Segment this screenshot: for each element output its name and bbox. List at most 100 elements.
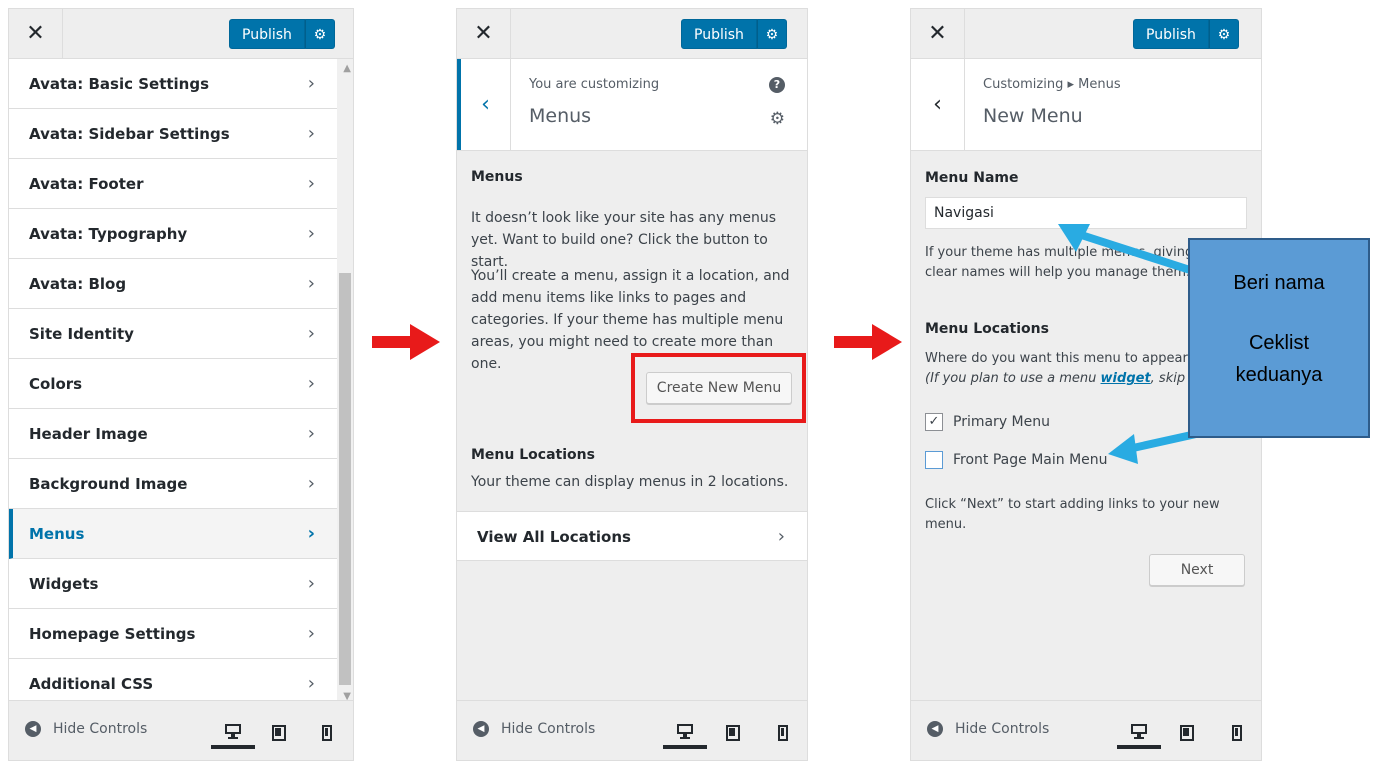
front-page-menu-checkbox-row[interactable]: Front Page Main Menu (925, 451, 1108, 469)
collapse-icon: ◀ (927, 721, 943, 737)
highlight-box (631, 353, 806, 423)
panel-header: ✕ Publish ⚙ (911, 9, 1261, 59)
sidebar-item-label: Background Image (29, 475, 188, 493)
sidebar-item-basic-settings[interactable]: Avata: Basic Settings › (9, 59, 337, 109)
publish-group: Publish ⚙ (1133, 19, 1239, 49)
front-page-menu-checkbox[interactable] (925, 451, 943, 469)
chevron-right-icon: › (307, 423, 315, 444)
mobile-icon[interactable] (761, 717, 805, 749)
tablet-icon[interactable] (711, 717, 755, 749)
sidebar-item-label: Site Identity (29, 325, 134, 343)
chevron-right-icon: › (307, 173, 315, 194)
primary-menu-checkbox-row[interactable]: ✓ Primary Menu (925, 413, 1050, 431)
hide-controls-label: Hide Controls (955, 721, 1050, 737)
chevron-right-icon: › (307, 373, 315, 394)
red-arrow-icon (834, 324, 902, 360)
mobile-icon[interactable] (305, 717, 349, 749)
sidebar-item-colors[interactable]: Colors › (9, 359, 337, 409)
sidebar-item-widgets[interactable]: Widgets › (9, 559, 337, 609)
publish-button[interactable]: Publish (681, 19, 757, 49)
desktop-icon[interactable] (211, 717, 255, 749)
panel-header: ✕ Publish ⚙ (9, 9, 353, 59)
panel-header: ✕ Publish ⚙ (457, 9, 807, 59)
menu-locations-heading: Menu Locations (471, 447, 595, 463)
scrollbar[interactable]: ▲ ▼ (337, 59, 353, 702)
back-chevron-icon[interactable]: ‹ (911, 59, 965, 150)
page-title: Menus (529, 105, 592, 127)
annotation-line-3: keduanya (1235, 364, 1323, 386)
chevron-right-icon: › (307, 473, 315, 494)
publish-group: Publish ⚙ (229, 19, 335, 49)
chevron-right-icon: › (307, 123, 315, 144)
sidebar-item-label: Homepage Settings (29, 625, 196, 643)
publish-button[interactable]: Publish (229, 19, 305, 49)
hide-controls-button[interactable]: ◀ Hide Controls (927, 721, 1049, 737)
primary-menu-checkbox[interactable]: ✓ (925, 413, 943, 431)
chevron-right-icon: › (777, 526, 785, 547)
sidebar-item-typography[interactable]: Avata: Typography › (9, 209, 337, 259)
view-all-locations-item[interactable]: View All Locations › (457, 511, 807, 561)
blue-arrow-icon (1058, 224, 1192, 274)
section-list: Avata: Basic Settings › Avata: Sidebar Se… (9, 59, 353, 709)
tablet-icon[interactable] (1165, 717, 1209, 749)
hide-controls-label: Hide Controls (53, 721, 148, 737)
front-page-menu-label: Front Page Main Menu (953, 452, 1108, 468)
chevron-right-icon: › (307, 573, 315, 594)
annotation-box: Beri nama Ceklist keduanya (1188, 238, 1370, 438)
section-header: ‹ You are customizing Menus ? ⚙ (457, 59, 807, 151)
page-title: New Menu (983, 105, 1083, 127)
scroll-up-icon[interactable]: ▲ (343, 63, 351, 74)
sidebar-item-sidebar-settings[interactable]: Avata: Sidebar Settings › (9, 109, 337, 159)
chevron-right-icon: › (307, 223, 315, 244)
sidebar-item-label: Avata: Basic Settings (29, 75, 210, 93)
panel-footer: ◀ Hide Controls (457, 700, 807, 760)
hide-controls-button[interactable]: ◀ Hide Controls (473, 721, 595, 737)
back-chevron-icon[interactable]: ‹ (457, 59, 511, 150)
chevron-right-icon: › (307, 73, 315, 94)
section-header: ‹ Customizing ▸ Menus New Menu (911, 59, 1261, 151)
widget-link[interactable]: widget (1101, 371, 1151, 386)
collapse-icon: ◀ (25, 721, 41, 737)
hide-controls-button[interactable]: ◀ Hide Controls (25, 721, 147, 737)
gear-icon[interactable]: ⚙ (770, 109, 785, 129)
annotation-line-2: Ceklist (1248, 332, 1309, 354)
primary-menu-label: Primary Menu (953, 414, 1050, 430)
sidebar-item-label: Header Image (29, 425, 148, 443)
close-icon[interactable]: ✕ (9, 9, 63, 58)
sidebar-item-homepage-settings[interactable]: Homepage Settings › (9, 609, 337, 659)
tablet-icon[interactable] (257, 717, 301, 749)
sidebar-item-background-image[interactable]: Background Image › (9, 459, 337, 509)
sidebar-item-label: Additional CSS (29, 675, 154, 693)
help-icon[interactable]: ? (769, 77, 785, 93)
gear-icon[interactable]: ⚙ (304, 19, 335, 49)
gear-icon[interactable]: ⚙ (1208, 19, 1239, 49)
sidebar-item-menus[interactable]: Menus › (9, 509, 337, 559)
publish-button[interactable]: Publish (1133, 19, 1209, 49)
menu-locations-heading: Menu Locations (925, 321, 1049, 337)
sidebar-item-footer[interactable]: Avata: Footer › (9, 159, 337, 209)
menu-name-heading: Menu Name (925, 170, 1019, 186)
desktop-icon[interactable] (1117, 717, 1161, 749)
sidebar-item-label: Avata: Typography (29, 225, 188, 243)
chevron-right-icon: › (307, 323, 315, 344)
customizing-label: You are customizing (529, 77, 660, 92)
gear-icon[interactable]: ⚙ (756, 19, 787, 49)
blue-arrow-icon (1108, 430, 1197, 464)
scrollbar-thumb[interactable] (339, 273, 351, 685)
sidebar-item-label: Avata: Sidebar Settings (29, 125, 230, 143)
customizer-panel-main: ✕ Publish ⚙ Avata: Basic Settings › Avata… (8, 8, 354, 761)
sidebar-item-blog[interactable]: Avata: Blog › (9, 259, 337, 309)
sidebar-item-label: Colors (29, 375, 83, 393)
menus-heading: Menus (471, 169, 523, 185)
desktop-icon[interactable] (663, 717, 707, 749)
close-icon[interactable]: ✕ (911, 9, 965, 58)
next-button[interactable]: Next (1149, 554, 1245, 586)
locations-text: Your theme can display menus in 2 locati… (471, 474, 789, 490)
close-icon[interactable]: ✕ (457, 9, 511, 58)
sidebar-item-site-identity[interactable]: Site Identity › (9, 309, 337, 359)
sidebar-item-label: Menus (29, 525, 85, 543)
chevron-right-icon: › (307, 523, 315, 544)
sidebar-item-label: Avata: Footer (29, 175, 144, 193)
sidebar-item-header-image[interactable]: Header Image › (9, 409, 337, 459)
mobile-icon[interactable] (1215, 717, 1259, 749)
